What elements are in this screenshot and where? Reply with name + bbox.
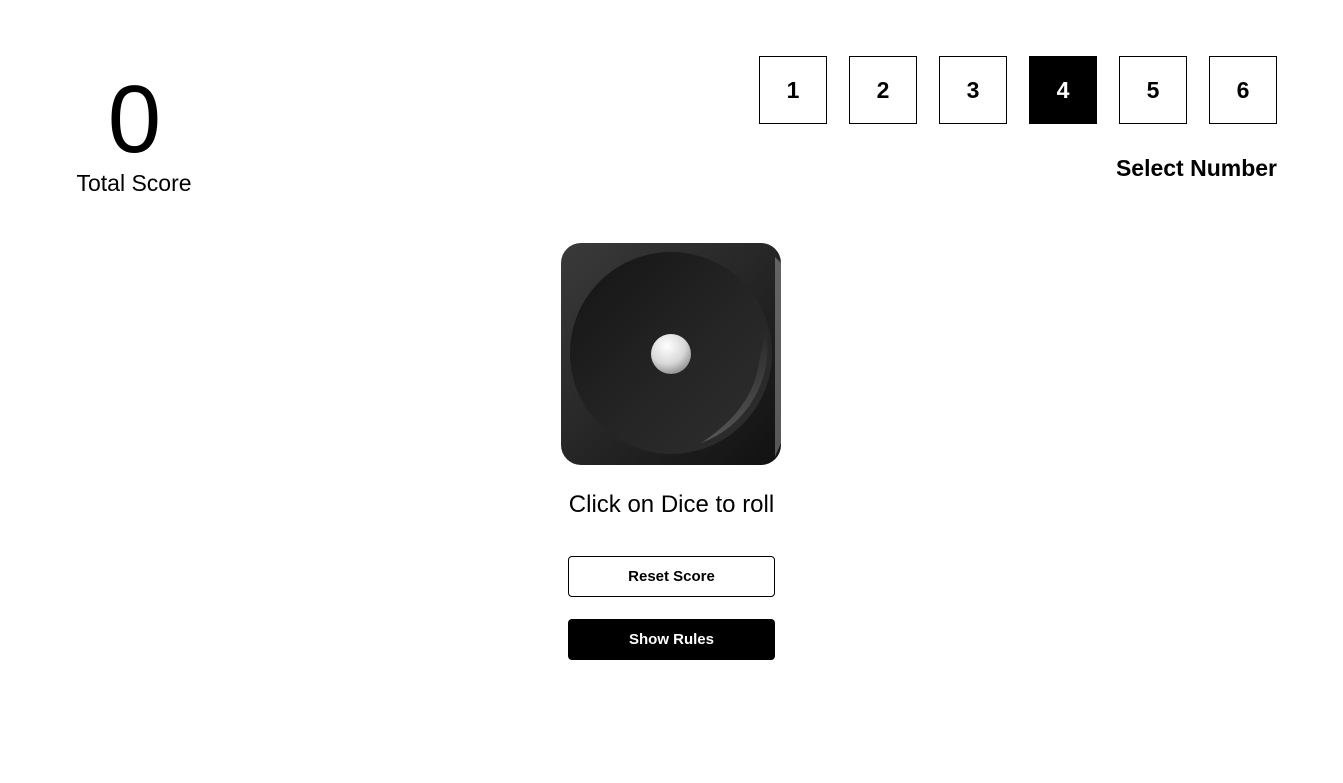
number-option-5[interactable]: 5 <box>1119 56 1187 124</box>
show-rules-button[interactable]: Show Rules <box>568 619 775 660</box>
number-options: 1 2 3 4 5 6 <box>759 56 1277 124</box>
game-page: 0 Total Score 1 2 3 4 5 6 Select Number <box>0 0 1343 783</box>
select-number-label: Select Number <box>1115 155 1277 181</box>
number-selector: 1 2 3 4 5 6 Select Number <box>759 56 1277 181</box>
score-block: 0 Total Score <box>60 66 208 197</box>
dice-area: Click on Dice to roll Reset Score Show R… <box>0 243 1343 660</box>
number-option-3[interactable]: 3 <box>939 56 1007 124</box>
roll-hint-text: Click on Dice to roll <box>568 491 775 518</box>
total-score-label: Total Score <box>76 170 192 196</box>
number-option-6[interactable]: 6 <box>1209 56 1277 124</box>
number-option-2[interactable]: 2 <box>849 56 917 124</box>
reset-score-button[interactable]: Reset Score <box>568 556 775 597</box>
dice-face-one-icon[interactable] <box>560 243 783 465</box>
total-score-value: 0 <box>107 66 161 173</box>
number-option-4[interactable]: 4 <box>1029 56 1097 124</box>
number-option-1[interactable]: 1 <box>759 56 827 124</box>
